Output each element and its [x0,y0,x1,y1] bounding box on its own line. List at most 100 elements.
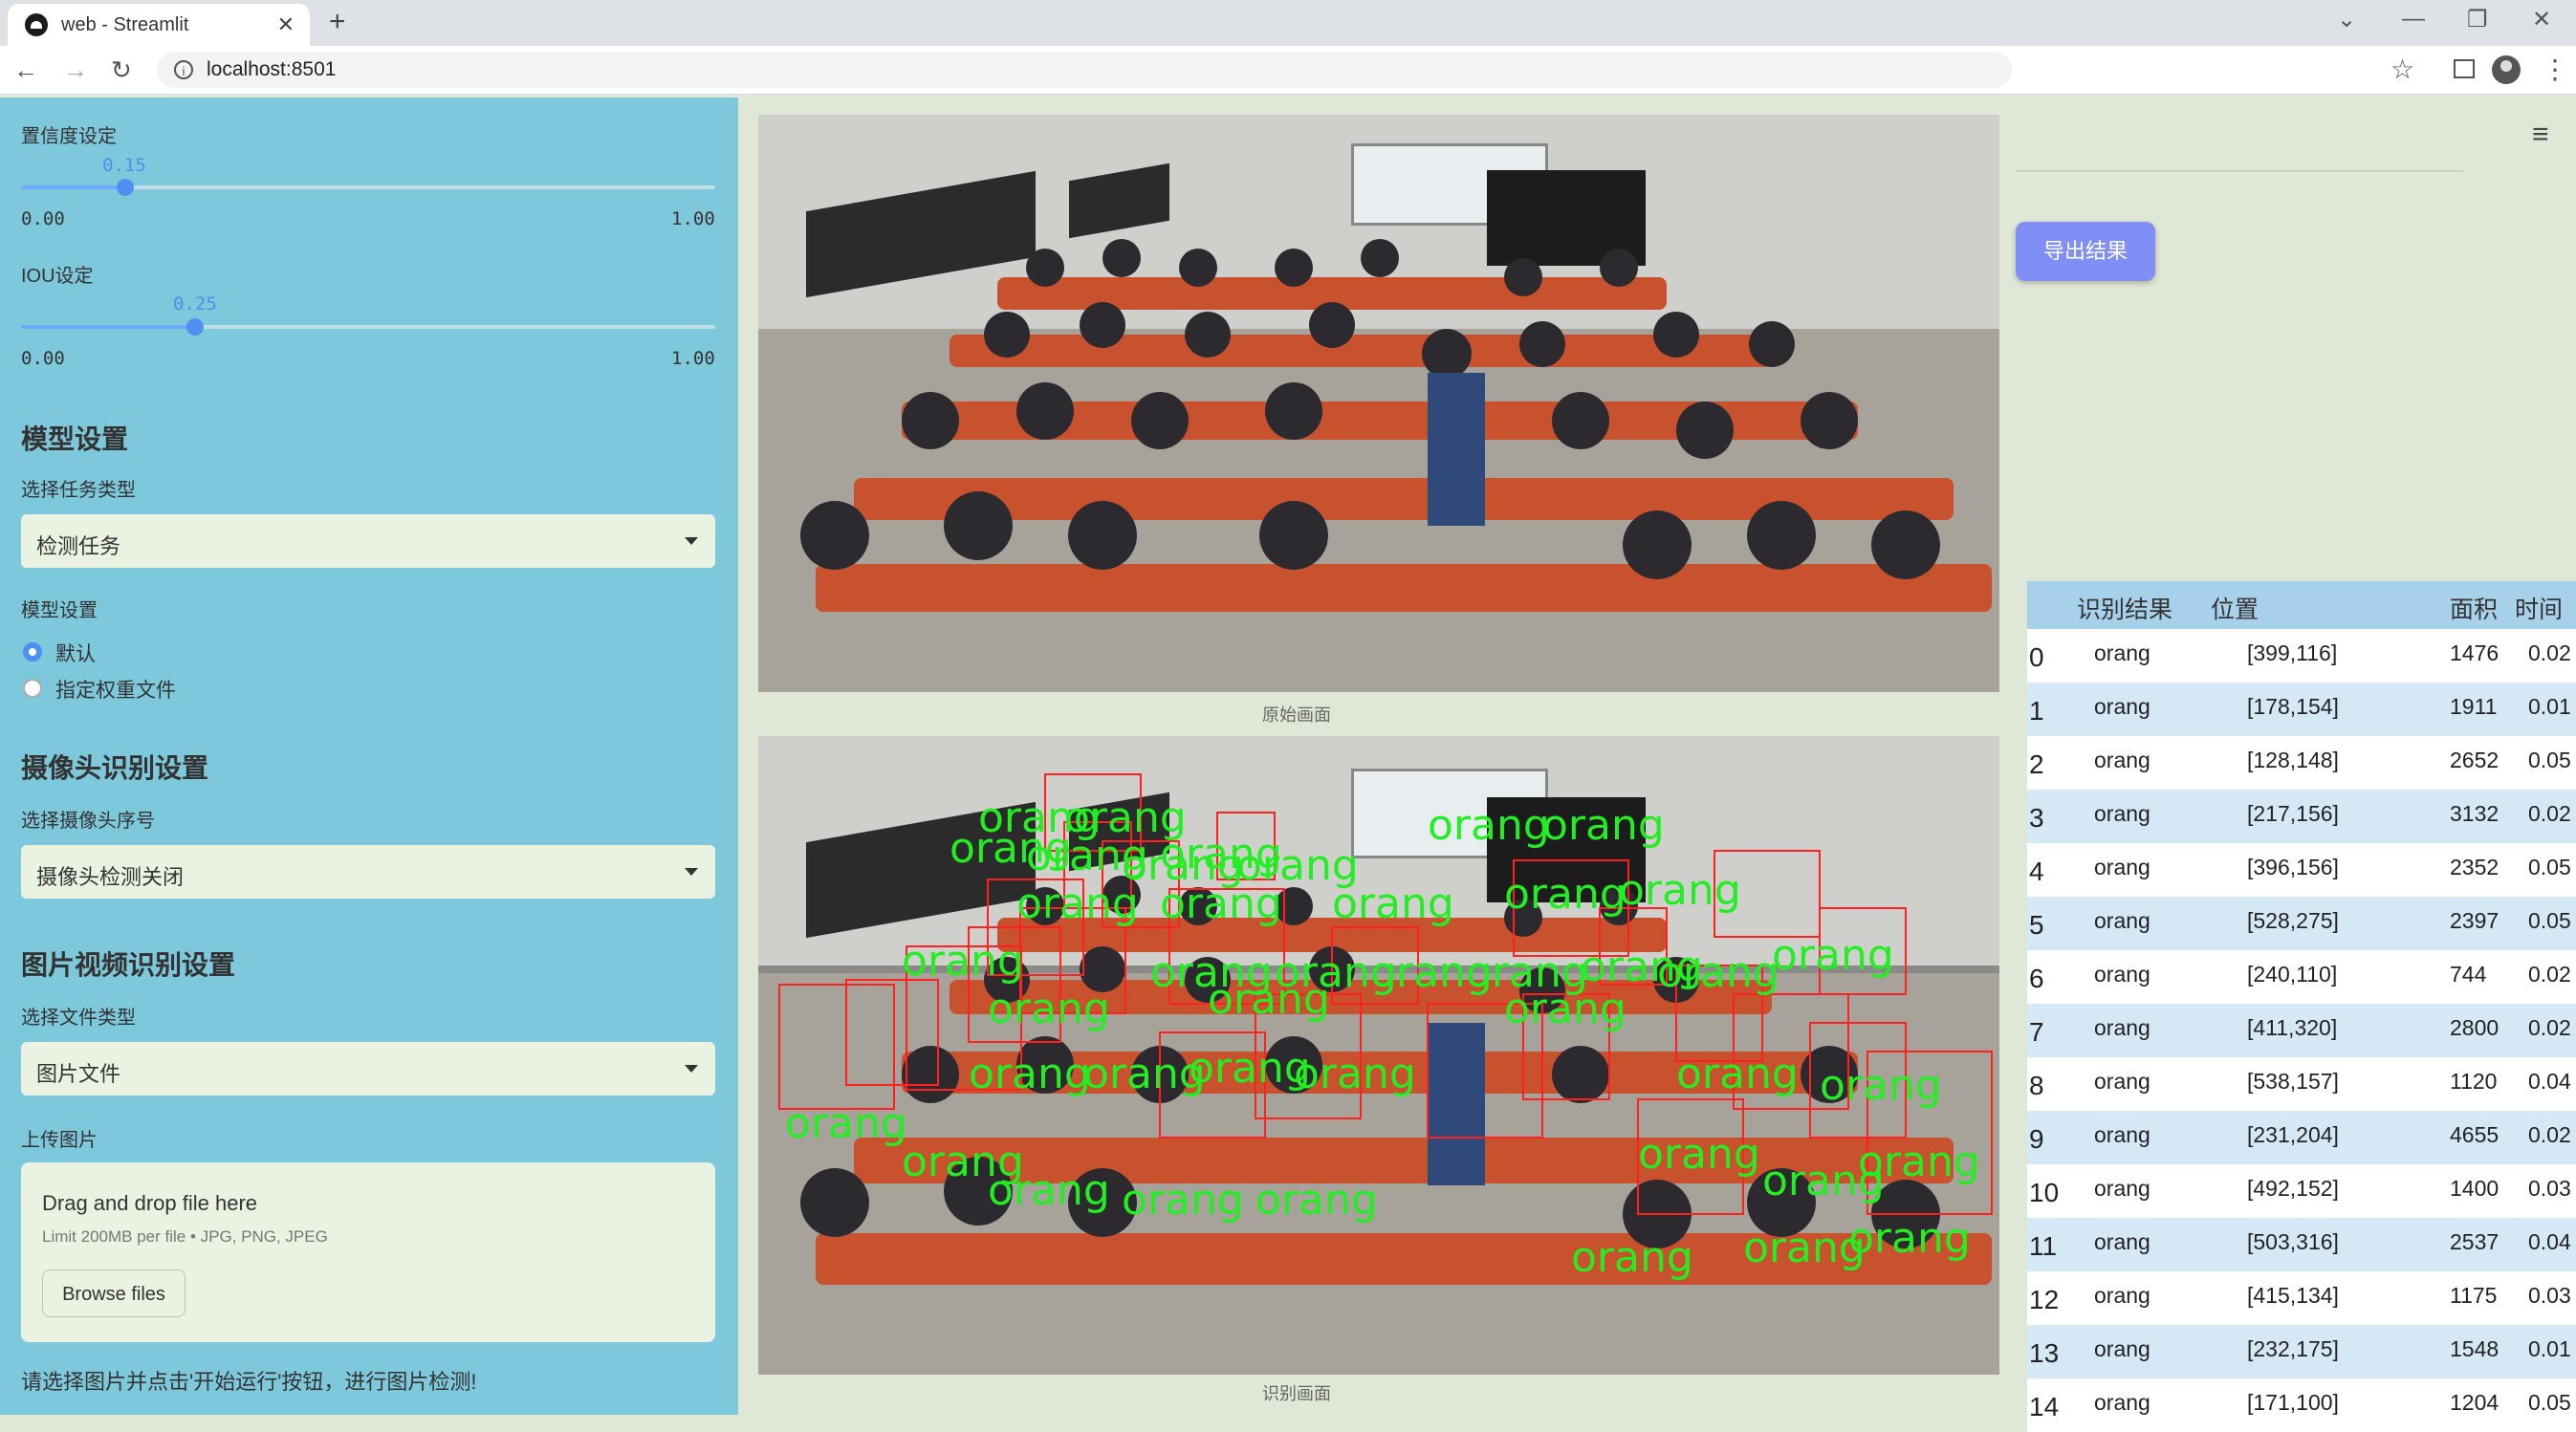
browser-menu-icon[interactable]: ⋮ [2542,54,2568,85]
back-icon[interactable]: ← [13,55,38,85]
iou-max: 1.00 [671,348,715,369]
row-time: 0.01 [2528,1336,2571,1361]
browse-files-button[interactable]: Browse files [42,1269,186,1317]
row-position: [171,100] [2247,1390,2339,1415]
tab-search-icon[interactable]: ⌄ [2337,6,2356,33]
confidence-slider-thumb[interactable] [116,179,134,196]
table-row[interactable]: 2 orang [128,148] 2652 0.05 [2027,736,2576,790]
camera-index-label: 选择摄像头序号 [21,811,155,832]
streamlit-favicon-icon [25,13,48,36]
row-label: orang [2094,1229,2150,1254]
instruction-text: 请选择图片并点击'开始运行'按钮，进行图片检测! [21,1370,477,1394]
row-position: [231,204] [2247,1122,2339,1147]
side-panel-icon[interactable] [2454,59,2475,78]
site-info-icon[interactable]: i [174,60,193,79]
row-label: orang [2094,1390,2150,1415]
radio-default[interactable] [23,642,42,662]
browser-tab[interactable]: web - Streamlit ✕ [8,4,310,46]
row-time: 0.02 [2528,1015,2571,1040]
file-dropzone[interactable]: Drag and drop file here Limit 200MB per … [21,1162,715,1342]
row-label: orang [2094,748,2150,772]
table-row[interactable]: 1 orang [178,154] 1911 0.01 [2027,683,2576,736]
row-position: [538,157] [2247,1069,2339,1094]
original-caption: 原始画面 [1262,705,1331,725]
row-index: 3 [2029,803,2044,833]
row-index: 9 [2029,1124,2044,1154]
camera-index-select[interactable]: 摄像头检测关闭 [21,845,715,899]
table-row[interactable]: 13 orang [232,175] 1548 0.01 [2027,1325,2576,1378]
export-results-button[interactable]: 导出结果 [2016,222,2155,281]
reload-icon[interactable]: ↻ [111,55,132,85]
url-field[interactable]: i localhost:8501 [157,52,2012,88]
header-area: 面积 [2450,597,2499,623]
table-row[interactable]: 10 orang [492,152] 1400 0.03 [2027,1164,2576,1218]
row-index: 11 [2029,1231,2058,1261]
detection-label: orang [969,1050,1091,1098]
detection-label: orang [1189,1044,1311,1093]
detection-label: orang [1428,801,1550,850]
new-tab-icon[interactable]: + [329,6,346,38]
table-row[interactable]: 3 orang [217,156] 3132 0.02 [2027,790,2576,843]
file-type-select[interactable]: 图片文件 [21,1042,715,1096]
iou-slider-thumb[interactable] [186,318,204,336]
file-type-label: 选择文件类型 [21,1008,136,1029]
header-result: 识别结果 [2077,597,2173,623]
close-window-icon[interactable]: ✕ [2532,6,2551,33]
table-row[interactable]: 4 orang [396,156] 2352 0.05 [2027,843,2576,897]
confidence-value: 0.15 [102,155,146,176]
forward-icon[interactable]: → [63,55,88,85]
table-row[interactable]: 14 orang [171,100] 1204 0.05 [2027,1378,2576,1432]
row-label: orang [2094,962,2150,987]
row-index: 1 [2029,696,2044,726]
row-area: 1476 [2450,640,2500,665]
row-position: [232,175] [2247,1336,2339,1361]
row-time: 0.03 [2528,1176,2571,1201]
upload-label: 上传图片 [21,1130,98,1151]
minimize-icon[interactable]: — [2402,6,2425,33]
detection-box [778,984,895,1110]
table-row[interactable]: 11 orang [503,316] 2537 0.04 [2027,1218,2576,1271]
camera-index-value: 摄像头检测关闭 [36,865,185,889]
bookmark-star-icon[interactable]: ☆ [2390,54,2414,85]
table-row[interactable]: 5 orang [528,275] 2397 0.05 [2027,897,2576,950]
row-area: 1120 [2450,1069,2498,1094]
row-area: 2652 [2450,748,2500,772]
detection-label: orang [1858,1138,1980,1186]
row-index: 13 [2029,1338,2060,1368]
hamburger-menu-icon[interactable]: ≡ [2532,119,2549,151]
chevron-down-icon [685,537,698,545]
table-row[interactable]: 12 orang [415,134] 1175 0.03 [2027,1271,2576,1325]
detection-overlay: orang orang orang orang orang orang orang orang… [778,773,1993,1285]
row-area: 1204 [2450,1390,2500,1415]
detection-label: orang [1619,866,1741,915]
file-type-value: 图片文件 [36,1062,121,1086]
divider [2016,170,2463,172]
row-time: 0.02 [2528,640,2571,665]
row-label: orang [2094,1336,2150,1361]
task-type-select[interactable]: 检测任务 [21,514,715,568]
close-tab-icon[interactable]: ✕ [277,12,295,37]
table-row[interactable]: 7 orang [411,320] 2800 0.02 [2027,1004,2576,1057]
result-image: orang orang orang orang orang orang orang orang… [758,736,1999,1375]
table-row[interactable]: 6 orang [240,110] 744 0.02 [2027,950,2576,1004]
radio-custom-weights[interactable] [23,679,42,698]
detection-label: orang [1848,1214,1971,1263]
profile-avatar-icon[interactable] [2492,55,2521,84]
result-caption: 识别画面 [1262,1384,1331,1403]
table-row[interactable]: 9 orang [231,204] 4655 0.02 [2027,1111,2576,1164]
row-index: 12 [2029,1285,2060,1314]
row-time: 0.03 [2528,1283,2571,1308]
chevron-down-icon [685,868,698,876]
row-position: [492,152] [2247,1176,2339,1201]
restore-icon[interactable]: ❐ [2467,6,2488,33]
table-row[interactable]: 0 orang [399,116] 1476 0.02 [2027,629,2576,683]
row-index: 7 [2029,1017,2044,1047]
row-position: [128,148] [2247,748,2339,772]
row-time: 0.02 [2528,962,2571,987]
detection-label: orang [1160,879,1282,928]
media-section-title: 图片视频识别设置 [21,950,236,980]
iou-slider[interactable] [21,318,715,336]
confidence-slider[interactable] [21,179,715,196]
detection-label: orang [1255,1176,1378,1225]
table-row[interactable]: 8 orang [538,157] 1120 0.04 [2027,1057,2576,1111]
